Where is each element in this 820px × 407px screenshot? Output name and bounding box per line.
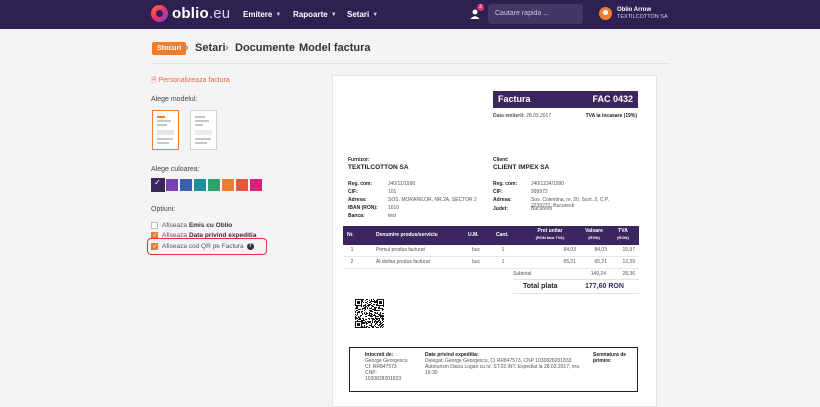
- field-value: J40/11/1990: [388, 181, 416, 187]
- table-cell: 1: [350, 247, 354, 253]
- stocuri-badge[interactable]: Stocuri: [152, 42, 187, 55]
- field-label: Adresa:: [348, 197, 367, 203]
- top-navbar: oblio.eu Emitere ▼ Rapoarte ▼ Setari ▼ 2 Ca…: [0, 0, 820, 29]
- chevron-down-icon: ▼: [275, 11, 282, 18]
- search-input[interactable]: Cautare rapida ...: [488, 4, 583, 24]
- breadcrumb-documente[interactable]: Documente: [235, 42, 295, 54]
- field-label: Reg. com:: [348, 181, 373, 187]
- table-cell: Primul produs facturat: [376, 247, 425, 253]
- qr-code-icon: [355, 299, 384, 328]
- total-value: 177,60 RON: [585, 283, 624, 290]
- model-label: Alege modelul:: [151, 96, 198, 103]
- color-swatch[interactable]: [236, 179, 248, 191]
- page-title: Model factura: [299, 42, 371, 54]
- supplier-name: TEXTILCOTTON SA: [348, 164, 409, 171]
- menu-emitere[interactable]: Emitere ▼: [243, 0, 281, 29]
- subtotal-label: Subtotal: [513, 271, 532, 277]
- table-cell: 12,39: [622, 259, 635, 265]
- table-cell: 2: [350, 259, 354, 265]
- field-value: test: [388, 213, 397, 219]
- highlight-box: [147, 238, 267, 255]
- table-cell: 1: [501, 247, 505, 253]
- breadcrumb-separator: ›: [225, 42, 229, 54]
- subtotal-value: 149,24: [590, 271, 606, 277]
- notifications-button[interactable]: 2: [469, 4, 484, 19]
- color-swatch[interactable]: [194, 179, 206, 191]
- chevron-down-icon: ▼: [330, 11, 337, 18]
- menu-setari[interactable]: Setari ▼: [347, 0, 378, 29]
- divider: [151, 63, 670, 64]
- field-label: Banca:: [348, 213, 365, 219]
- option-emis-cu-oblio[interactable]: Afiseaza Emis cu Oblio: [151, 222, 232, 229]
- field-label: CIF:: [493, 189, 503, 195]
- invoice-number: FAC 0432: [592, 94, 633, 104]
- logo-suffix: .eu: [208, 5, 231, 22]
- field-value: Bucuresti: [531, 206, 552, 212]
- template-option-2[interactable]: [190, 110, 217, 150]
- user-company: TEXTILCOTTON SA: [617, 14, 668, 20]
- checkbox[interactable]: [151, 222, 158, 229]
- options-label: Optiuni:: [151, 206, 176, 213]
- table-cell: Al doilea produs facturat: [376, 259, 430, 265]
- field-label: CIF:: [348, 189, 358, 195]
- chevron-down-icon: ▼: [372, 11, 379, 18]
- color-swatch[interactable]: [151, 178, 165, 192]
- field-value: 101: [388, 189, 397, 195]
- subtotal-vat: 28,36: [622, 271, 635, 277]
- total-label: Total plata: [523, 283, 558, 290]
- field-label: IBAN (RON):: [348, 205, 378, 211]
- items-table-header: Nr. Denumire produs/serviciu U.M. Cant. …: [343, 226, 639, 245]
- client-name: CLIENT IMPEX SA: [493, 164, 550, 171]
- template-option-1[interactable]: [152, 110, 179, 150]
- vat-note: TVA la incasare (19%): [585, 113, 637, 119]
- oblio-logo-icon: [151, 5, 168, 22]
- field-value: SOS. MORARILOR, NR.2A, SECTOR 2: [388, 197, 477, 203]
- color-label: Alege culoarea:: [151, 166, 200, 173]
- breadcrumb-setari[interactable]: Setari: [195, 42, 226, 54]
- issue-date: Data emiterii: 28.03.2017: [493, 113, 552, 119]
- user-avatar[interactable]: [599, 7, 612, 20]
- table-row: [343, 256, 639, 257]
- color-swatch[interactable]: [180, 179, 192, 191]
- field-value: 999972: [531, 189, 548, 195]
- invoice-footer: Intocmit de: George Georgescu CI: RR8475…: [349, 347, 638, 392]
- table-cell: buc: [471, 259, 481, 265]
- logo[interactable]: oblio.eu: [151, 5, 230, 22]
- table-cell: 1: [501, 259, 505, 265]
- personalize-link[interactable]: 🗎 Personalizeaza factura: [151, 76, 230, 87]
- color-swatch[interactable]: [250, 179, 262, 191]
- color-swatch[interactable]: [166, 179, 178, 191]
- field-value: 1010: [388, 205, 400, 211]
- table-cell: 84,03: [563, 247, 576, 253]
- color-swatch[interactable]: [208, 179, 220, 191]
- invoice-preview: Factura FAC 0432 Data emiterii: 28.03.20…: [332, 75, 657, 407]
- table-row: [343, 268, 639, 269]
- breadcrumb-separator: ›: [185, 42, 189, 54]
- menu-rapoarte[interactable]: Rapoarte ▼: [293, 0, 337, 29]
- logo-text: oblio: [172, 5, 209, 22]
- invoice-title: Factura: [498, 94, 531, 104]
- edit-icon: 🗎: [151, 77, 157, 84]
- client-label: Client:: [493, 157, 509, 163]
- table-cell: 65,21: [594, 259, 607, 265]
- color-swatch[interactable]: [222, 179, 234, 191]
- field-label: Judet:: [493, 206, 508, 212]
- invoice-header: Factura FAC 0432: [493, 91, 638, 108]
- breadcrumb-separator: ›: [289, 42, 293, 54]
- table-cell: buc: [471, 247, 481, 253]
- supplier-label: Furnizor:: [348, 157, 370, 163]
- user-name[interactable]: Oblio Arrow: [617, 7, 651, 13]
- field-label: Adresa:: [493, 197, 512, 203]
- table-cell: 65,21: [563, 259, 576, 265]
- table-cell: 84,03: [594, 247, 607, 253]
- field-value: J40/1234/1990: [531, 181, 565, 187]
- notification-badge: 2: [477, 4, 484, 11]
- table-cell: 15,97: [622, 247, 635, 253]
- field-label: Reg. com:: [493, 181, 518, 187]
